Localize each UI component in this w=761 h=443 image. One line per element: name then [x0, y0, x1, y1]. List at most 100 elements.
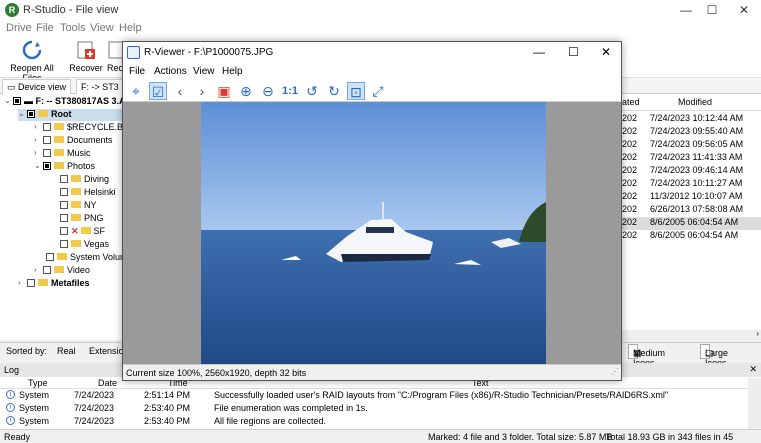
viewer-menu-view[interactable]: View [193, 66, 215, 77]
cell-created: 202 [622, 204, 638, 214]
tree-checkbox[interactable] [27, 110, 35, 118]
tree-drive[interactable]: ⌄ ▬ F: -- ST380817AS 3.A [4, 96, 124, 108]
table-row[interactable]: 202 8/6/2005 06:04:54 AM [622, 230, 738, 243]
tree-checkbox[interactable] [43, 136, 51, 144]
column-created[interactable]: ated [622, 97, 640, 107]
table-row[interactable]: 202 11/3/2012 10:10:07 AM [622, 191, 742, 204]
log-col-type[interactable]: Type [28, 378, 48, 388]
folder-icon [71, 201, 81, 208]
fullscreen-icon[interactable]: ⤢ [369, 82, 387, 100]
recover-icon[interactable]: ▣ [215, 82, 233, 100]
tree-item-png[interactable]: PNG [60, 213, 104, 225]
tree-checkbox[interactable] [60, 201, 68, 209]
log-vertical-scrollbar[interactable] [748, 378, 761, 429]
table-row[interactable]: 202 7/24/2023 09:55:40 AM [622, 126, 743, 139]
tree-checkbox[interactable] [60, 175, 68, 183]
horizontal-scrollbar[interactable]: › [622, 329, 761, 340]
tree-item-ny[interactable]: NY [60, 200, 97, 212]
collapse-arrow-icon[interactable]: ⌄ [4, 96, 11, 105]
tree-checkbox[interactable] [43, 123, 51, 131]
tree-item-label: Metafiles [51, 278, 90, 288]
drive-icon: ▬ [24, 96, 36, 106]
medium-icons-button[interactable]: ▦ Medium Icons [628, 344, 665, 368]
viewer-maximize-button[interactable]: ☐ [568, 45, 579, 59]
zoom-in-icon[interactable]: ⊕ [237, 82, 255, 100]
rotate-left-icon[interactable]: ↺ [303, 82, 321, 100]
menu-drive[interactable]: Drive [6, 22, 32, 34]
viewer-menu-file[interactable]: File [129, 66, 145, 77]
sort-real-tab[interactable]: Real [57, 346, 76, 356]
log-col-date[interactable]: Date [98, 378, 117, 388]
menu-help[interactable]: Help [119, 22, 142, 34]
tab-file-view[interactable]: F: -> ST3 [76, 79, 124, 94]
folder-icon [54, 136, 64, 143]
tree-item-documents[interactable]: › Documents [34, 135, 113, 147]
tree-item-photos[interactable]: ⌄ Photos [34, 161, 95, 173]
resize-grip-icon[interactable]: ⋰ [611, 367, 619, 376]
fit-to-window-icon[interactable]: ⊡ [347, 82, 365, 100]
tree-item-music[interactable]: › Music [34, 148, 91, 160]
zoom-out-icon[interactable]: ⊖ [259, 82, 277, 100]
reopen-all-files-button[interactable]: Reopen All Files [3, 38, 61, 83]
previous-arrow-icon[interactable]: ‹ [171, 82, 189, 100]
tree-item-sf[interactable]: ✕ SF [60, 226, 105, 238]
tree-checkbox[interactable] [60, 227, 68, 235]
menu-tools[interactable]: Tools [60, 22, 86, 34]
column-modified[interactable]: Modified [678, 97, 712, 107]
tree-checkbox[interactable] [43, 162, 51, 170]
expand-arrow-icon[interactable]: › [34, 265, 37, 274]
menu-view[interactable]: View [90, 22, 114, 34]
maximize-button[interactable]: ☐ [697, 2, 727, 18]
cell-modified: 8/6/2005 06:04:54 AM [650, 230, 739, 240]
table-row[interactable]: 202 6/26/2013 07:58:08 AM [622, 204, 743, 217]
expand-arrow-icon[interactable]: › [34, 135, 37, 144]
tree-item-video[interactable]: › Video [34, 265, 90, 277]
tree-item-helsinki[interactable]: Helsinki [60, 187, 116, 199]
status-total: Total 18.93 GB in 343 files in 45 folder… [606, 432, 734, 443]
scroll-right-icon[interactable]: › [756, 329, 759, 338]
tree-checkbox[interactable] [43, 149, 51, 157]
table-row[interactable]: 202 7/24/2023 10:11:27 AM [622, 178, 742, 191]
collapse-arrow-icon[interactable]: ⌄ [18, 109, 25, 118]
next-arrow-icon[interactable]: › [193, 82, 211, 100]
actual-size-button[interactable]: 1:1 [281, 82, 299, 100]
collapse-arrow-icon[interactable]: ⌄ [34, 161, 41, 170]
viewer-menu-actions[interactable]: Actions [154, 66, 187, 77]
rotate-right-icon[interactable]: ↻ [325, 82, 343, 100]
viewer-menu-help[interactable]: Help [222, 66, 243, 77]
table-row[interactable]: 202 7/24/2023 09:46:14 AM [622, 165, 743, 178]
tree-checkbox[interactable] [43, 266, 51, 274]
table-row[interactable]: 202 8/6/2005 06:04:54 AM [622, 217, 761, 230]
tree-checkbox[interactable] [60, 188, 68, 196]
cell-modified: 6/26/2013 07:58:08 AM [650, 204, 744, 214]
location-pin-icon[interactable]: ⌖ [127, 82, 145, 100]
tab-device-view[interactable]: ▭ Device view [2, 79, 72, 94]
tree-item-vegas[interactable]: Vegas [60, 239, 109, 251]
sort-extension-tab[interactable]: Extensio [89, 346, 122, 356]
table-row[interactable]: 202 7/24/2023 11:41:33 AM [622, 152, 742, 165]
log-close-icon[interactable]: ✕ [749, 364, 757, 375]
tree-checkbox[interactable] [60, 240, 68, 248]
expand-arrow-icon[interactable]: › [34, 122, 37, 131]
tree-checkbox[interactable] [13, 97, 21, 105]
tree-item-diving[interactable]: Diving [60, 174, 109, 186]
tree-root[interactable]: ⌄ Root [18, 109, 124, 121]
tree-checkbox[interactable] [27, 279, 35, 287]
recover-button[interactable]: Recover [68, 38, 104, 76]
menu-file[interactable]: File [36, 22, 54, 34]
tree-item-metafiles[interactable]: › Metafiles [18, 278, 90, 290]
tree-item-system-volume[interactable]: System Volum [46, 252, 124, 264]
tree-checkbox[interactable] [60, 214, 68, 222]
table-row[interactable]: 202 7/24/2023 10:12:44 AM [622, 113, 743, 126]
expand-arrow-icon[interactable]: › [34, 148, 37, 157]
close-button[interactable]: ✕ [729, 2, 759, 18]
large-icons-button[interactable]: ▢ Large Icons [700, 344, 728, 368]
table-row[interactable]: 202 7/24/2023 09:56:05 AM [622, 139, 743, 152]
tree-checkbox[interactable] [46, 253, 54, 261]
viewer-close-button[interactable]: ✕ [601, 45, 611, 59]
tree-item-recycle[interactable]: › $RECYCLE.BIN [34, 122, 124, 134]
viewer-minimize-button[interactable]: — [533, 45, 545, 59]
expand-arrow-icon[interactable]: › [18, 278, 21, 287]
mark-checkbox-icon[interactable]: ☑ [149, 82, 167, 100]
cell-modified: 7/24/2023 10:12:44 AM [650, 113, 744, 123]
